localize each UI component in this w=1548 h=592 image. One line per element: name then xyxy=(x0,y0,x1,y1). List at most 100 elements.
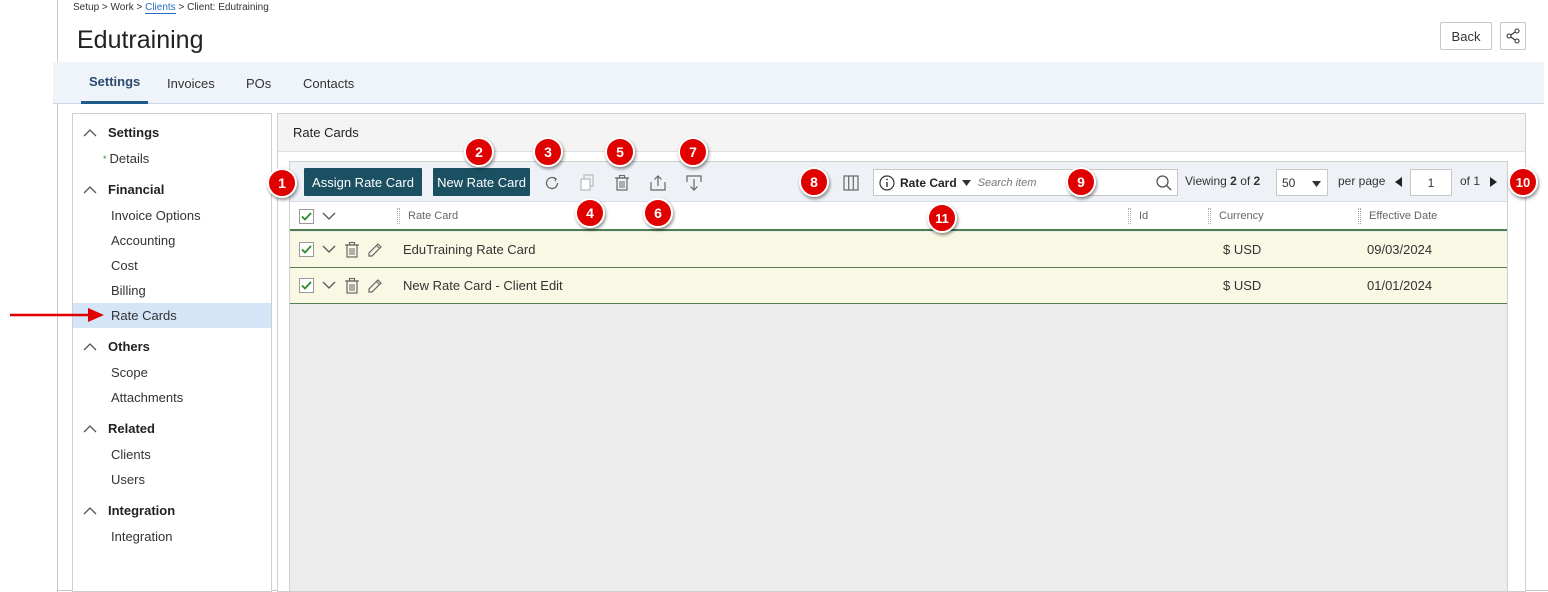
breadcrumb-setup[interactable]: Setup xyxy=(73,2,99,13)
column-header-effective-date[interactable]: Effective Date xyxy=(1358,202,1437,230)
table-header: Rate Card Id Currency Effective Date xyxy=(290,202,1507,231)
tab-pos[interactable]: POs xyxy=(246,62,271,104)
chevron-down-icon xyxy=(322,281,336,289)
column-header-rate-card[interactable]: Rate Card xyxy=(397,202,458,230)
row-delete-button[interactable] xyxy=(344,268,360,303)
breadcrumb-clients-link[interactable]: Clients xyxy=(145,2,176,14)
callout-badge: 7 xyxy=(678,137,708,167)
breadcrumb-current: Client: Edutraining xyxy=(187,2,269,13)
grid-empty-area xyxy=(290,304,1507,591)
row-checkbox[interactable] xyxy=(299,232,314,267)
export-icon xyxy=(650,175,666,191)
sidebar-item-users[interactable]: Users xyxy=(73,467,271,492)
delete-button[interactable] xyxy=(611,172,633,194)
pencil-icon xyxy=(368,278,382,293)
trash-icon xyxy=(345,241,359,258)
sidebar-item-invoice-options[interactable]: Invoice Options xyxy=(73,203,271,228)
new-rate-card-button[interactable]: New Rate Card xyxy=(433,168,530,196)
breadcrumb-work[interactable]: Work xyxy=(111,2,134,13)
per-page-value: 50 xyxy=(1282,175,1296,190)
chevron-up-icon xyxy=(83,186,97,194)
share-button[interactable] xyxy=(1500,22,1526,50)
tab-invoices[interactable]: Invoices xyxy=(167,62,215,104)
callout-badge: 4 xyxy=(575,198,605,228)
sidebar-section-label: Financial xyxy=(108,182,165,197)
callout-badge: 6 xyxy=(643,198,673,228)
column-header-currency[interactable]: Currency xyxy=(1208,202,1264,230)
refresh-icon xyxy=(545,176,559,190)
prev-page-icon[interactable] xyxy=(1395,177,1402,187)
table-row[interactable]: New Rate Card - Client Edit $ USD 01/01/… xyxy=(290,268,1507,304)
callout-badge: 3 xyxy=(533,137,563,167)
search-icon[interactable] xyxy=(1155,174,1173,192)
page-total: of 1 xyxy=(1460,174,1481,188)
trash-icon xyxy=(615,174,629,191)
sidebar-section-financial[interactable]: Financial xyxy=(83,182,164,197)
caret-down-icon xyxy=(961,179,971,186)
back-button[interactable]: Back xyxy=(1440,22,1492,50)
annotation-arrow-icon xyxy=(10,308,104,322)
sidebar-section-label: Settings xyxy=(108,125,160,140)
search-scope-dropdown[interactable]: Rate Card xyxy=(874,174,971,191)
per-page-select[interactable]: 50 xyxy=(1276,169,1328,196)
search-input[interactable] xyxy=(977,176,1148,189)
viewing-of: of xyxy=(1240,174,1251,188)
check-icon xyxy=(301,211,312,221)
per-page-label: per page xyxy=(1338,174,1386,188)
viewing-count-value: 2 xyxy=(1230,174,1237,188)
columns-button[interactable] xyxy=(840,172,862,194)
expand-all-toggle[interactable] xyxy=(322,202,336,230)
row-edit-button[interactable] xyxy=(367,268,383,303)
page-number-input[interactable]: 1 xyxy=(1410,169,1452,196)
sidebar-item-cost[interactable]: Cost xyxy=(73,253,271,278)
import-button[interactable] xyxy=(683,172,705,194)
row-delete-button[interactable] xyxy=(344,232,360,267)
row-checkbox[interactable] xyxy=(299,268,314,303)
column-label: Id xyxy=(1139,210,1149,222)
cell-currency: $ USD xyxy=(1223,278,1262,293)
sidebar-item-scope[interactable]: Scope xyxy=(73,360,271,385)
viewing-prefix: Viewing xyxy=(1185,174,1227,188)
next-page-icon[interactable] xyxy=(1490,177,1497,187)
search-box: Rate Card xyxy=(873,169,1178,196)
sidebar-item-clients[interactable]: Clients xyxy=(73,442,271,467)
export-button[interactable] xyxy=(647,172,669,194)
sidebar-section-label: Related xyxy=(108,421,155,436)
row-expand-toggle[interactable] xyxy=(322,232,336,267)
refresh-button[interactable] xyxy=(541,172,563,194)
assign-rate-card-button[interactable]: Assign Rate Card xyxy=(304,168,422,196)
tab-settings[interactable]: Settings xyxy=(81,62,149,104)
column-label: Currency xyxy=(1219,210,1264,222)
row-edit-button[interactable] xyxy=(367,232,383,267)
callout-badge: 1 xyxy=(267,168,297,198)
table-row[interactable]: EduTraining Rate Card $ USD 09/03/2024 xyxy=(290,232,1507,268)
cell-effective-date: 09/03/2024 xyxy=(1367,242,1433,257)
sidebar-section-settings[interactable]: Settings xyxy=(83,125,159,140)
breadcrumb: Setup > Work > Clients > Client: Edutrai… xyxy=(73,2,269,14)
column-header-id[interactable]: Id xyxy=(1128,202,1148,230)
select-all-checkbox[interactable] xyxy=(299,202,314,230)
tab-contacts[interactable]: Contacts xyxy=(303,62,354,104)
columns-icon xyxy=(843,175,859,191)
sidebar-item-details[interactable]: * Details xyxy=(73,146,271,171)
sidebar-section-integration[interactable]: Integration xyxy=(83,503,175,518)
chevron-up-icon xyxy=(83,425,97,433)
search-scope-label: Rate Card xyxy=(900,175,957,190)
cell-rate-card[interactable]: EduTraining Rate Card xyxy=(403,232,535,267)
callout-badge: 5 xyxy=(605,137,635,167)
tab-bar: Settings Invoices POs Contacts xyxy=(53,62,1544,104)
sidebar-section-related[interactable]: Related xyxy=(83,421,155,436)
sidebar-item-billing[interactable]: Billing xyxy=(73,278,271,303)
share-icon xyxy=(1506,28,1520,44)
callout-badge: 11 xyxy=(927,203,957,233)
column-label: Effective Date xyxy=(1369,210,1438,222)
sidebar-item-accounting[interactable]: Accounting xyxy=(73,228,271,253)
cell-rate-card[interactable]: New Rate Card - Client Edit xyxy=(403,268,563,303)
row-expand-toggle[interactable] xyxy=(322,268,336,303)
copy-icon xyxy=(580,174,594,191)
sidebar-item-attachments[interactable]: Attachments xyxy=(73,385,271,410)
copy-button[interactable] xyxy=(576,172,598,194)
sidebar-item-integration[interactable]: Integration xyxy=(73,524,271,549)
callout-badge: 9 xyxy=(1066,167,1096,197)
sidebar-section-others[interactable]: Others xyxy=(83,339,150,354)
